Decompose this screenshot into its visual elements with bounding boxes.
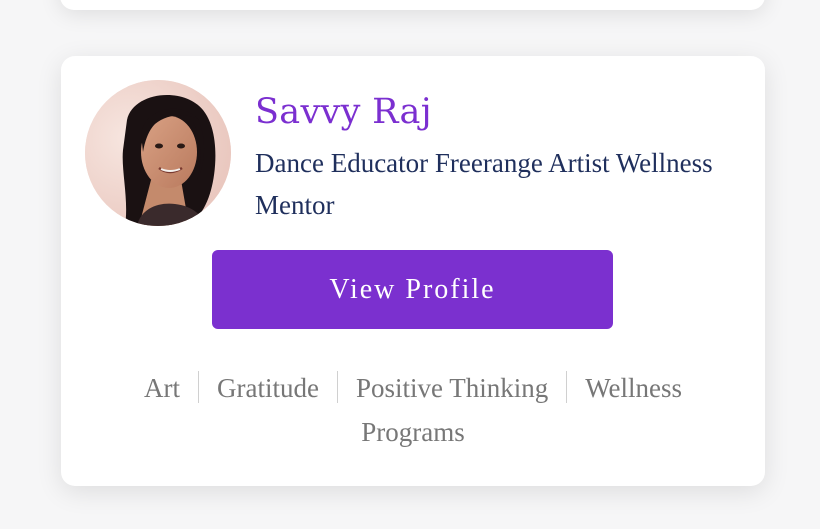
avatar-photo bbox=[85, 80, 231, 226]
tag-wellness[interactable]: Wellness bbox=[585, 373, 682, 403]
tag-art[interactable]: Art bbox=[144, 373, 180, 403]
profile-name[interactable]: Savvy Raj bbox=[255, 92, 432, 132]
tag-separator bbox=[336, 371, 338, 403]
tag-gratitude[interactable]: Gratitude bbox=[217, 373, 319, 403]
tag-positive-thinking[interactable]: Positive Thinking bbox=[356, 373, 548, 403]
profile-card: Savvy Raj Dance Educator Freerange Artis… bbox=[61, 56, 765, 486]
tag-list: Art Gratitude Positive Thinking Wellness Pro… bbox=[91, 366, 735, 454]
view-profile-button[interactable]: View Profile bbox=[212, 250, 613, 329]
profile-bio: Dance Educator Freerange Artist Wellness… bbox=[255, 148, 713, 220]
tag-separator bbox=[566, 371, 568, 403]
avatar[interactable] bbox=[85, 80, 231, 226]
previous-card bbox=[60, 0, 765, 10]
tag-programs[interactable]: Programs bbox=[361, 417, 465, 447]
tag-separator bbox=[197, 371, 199, 403]
